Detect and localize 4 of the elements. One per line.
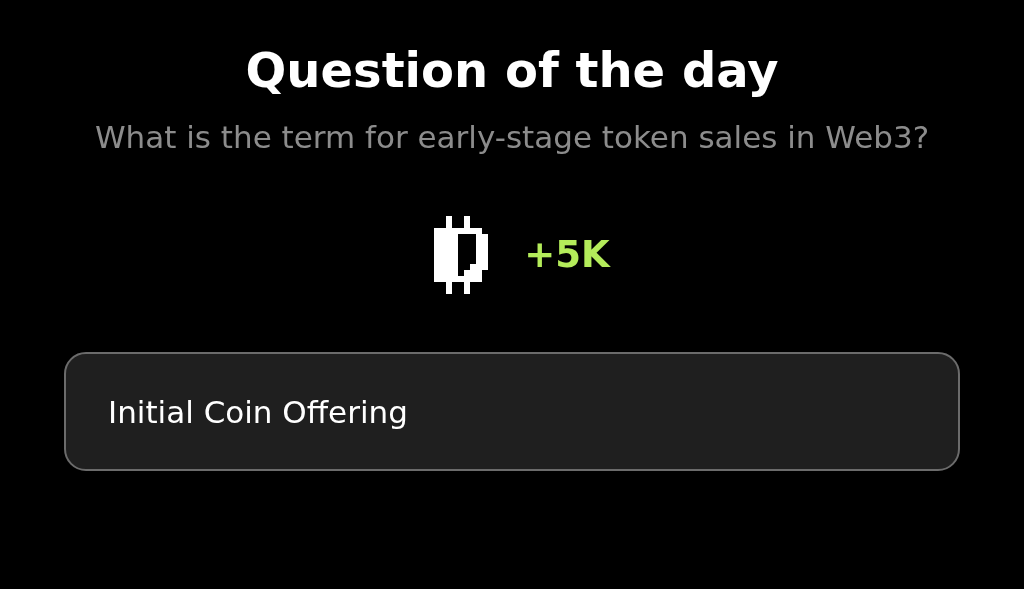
reward-amount: +5K bbox=[524, 232, 610, 279]
title: Question of the day bbox=[245, 41, 779, 100]
answer-field[interactable]: Initial Coin Offering bbox=[64, 352, 960, 471]
question-text: What is the term for early-stage token sales in Web3? bbox=[93, 118, 931, 157]
